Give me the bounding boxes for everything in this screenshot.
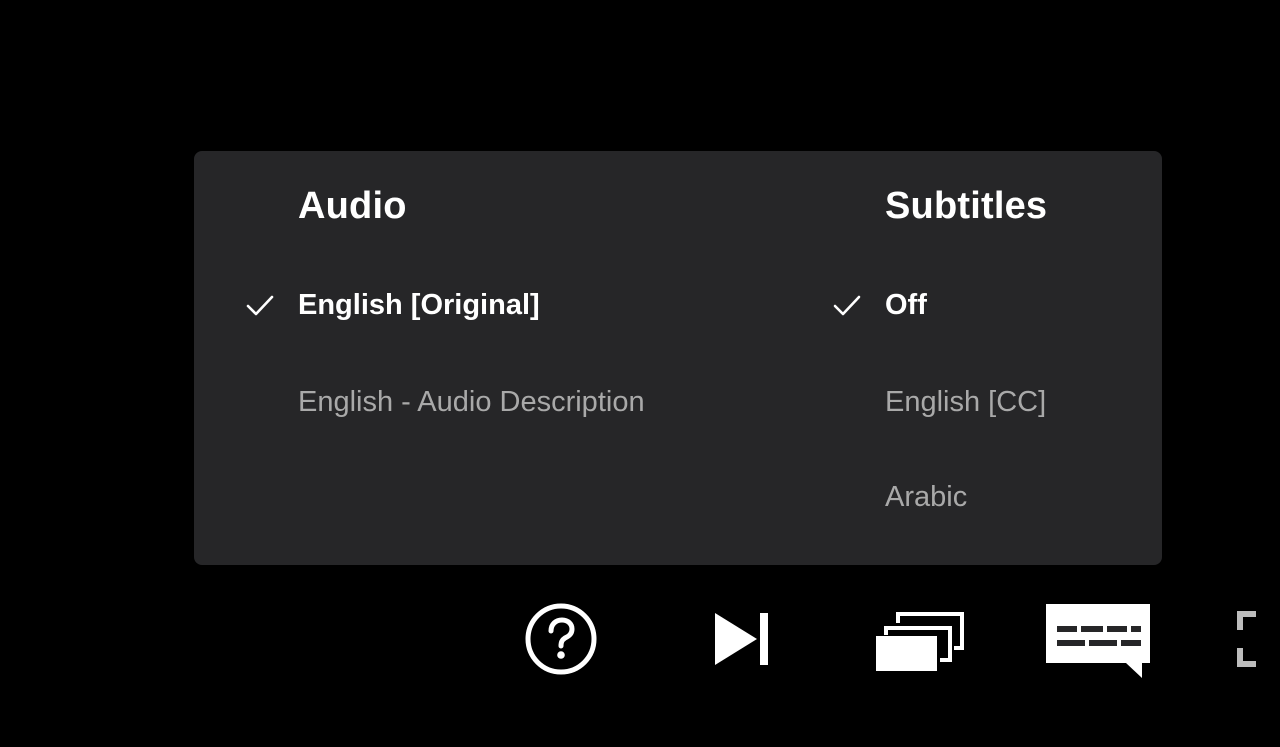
subtitles-option-label: English [CC]	[885, 386, 1047, 418]
audio-check-icon	[246, 295, 274, 316]
help-icon[interactable]	[522, 600, 600, 678]
next-episode-icon[interactable]	[712, 610, 772, 668]
episodes-icon[interactable]	[874, 606, 966, 674]
audio-option-label: English [Original]	[298, 289, 540, 321]
subtitles-heading: Subtitles	[885, 185, 1048, 227]
subtitles-check-icon	[833, 295, 861, 316]
audio-option-english-original[interactable]: English [Original]	[298, 287, 540, 323]
subtitles-option-label: Arabic	[885, 481, 968, 513]
audio-option-english-audio-description[interactable]: English - Audio Description	[298, 384, 645, 420]
fullscreen-icon[interactable]	[1236, 610, 1280, 668]
subtitles-option-english-cc[interactable]: English [CC]	[885, 384, 1046, 420]
audio-heading: Audio	[298, 185, 407, 227]
audio-option-label: English - Audio Description	[298, 386, 645, 418]
subtitles-option-arabic[interactable]: Arabic	[885, 479, 967, 515]
subtitles-audio-icon[interactable]	[1044, 602, 1152, 682]
subtitles-option-off[interactable]: Off	[885, 287, 927, 323]
subtitles-option-label: Off	[885, 289, 927, 321]
player-overlay: Audio English [Original] English - Audio…	[0, 0, 1280, 747]
